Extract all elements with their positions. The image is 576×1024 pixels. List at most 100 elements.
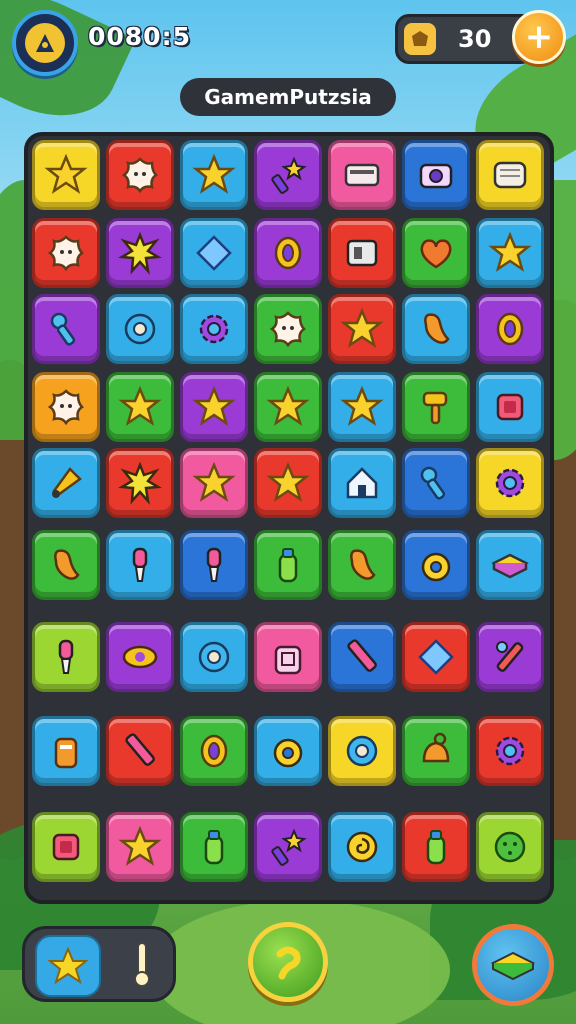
bell-icon <box>422 732 450 763</box>
star-powerup-button[interactable] <box>35 935 101 997</box>
board-tile[interactable] <box>254 812 322 882</box>
board-tile[interactable] <box>476 218 544 288</box>
board-tile[interactable] <box>328 530 396 600</box>
board-tile[interactable] <box>180 812 248 882</box>
bean-icon <box>54 549 80 580</box>
board-tile[interactable] <box>476 716 544 786</box>
board-tile[interactable] <box>180 530 248 600</box>
plus-icon: + <box>524 17 554 57</box>
board-tile[interactable] <box>254 716 322 786</box>
book-icon <box>490 951 536 981</box>
ring-icon <box>200 734 228 768</box>
hint-button[interactable] <box>248 922 328 1002</box>
ring-icon <box>274 236 302 270</box>
burst-icon <box>118 231 162 275</box>
board-tile[interactable] <box>328 372 396 442</box>
board-tile[interactable] <box>476 530 544 600</box>
board-tile[interactable] <box>476 372 544 442</box>
blob-icon <box>494 831 526 863</box>
board-tile[interactable] <box>32 218 100 288</box>
board-tile[interactable] <box>106 218 174 288</box>
board-tile[interactable] <box>476 622 544 692</box>
bubble-icon <box>124 313 156 345</box>
player-avatar[interactable] <box>12 10 78 76</box>
board-tile[interactable] <box>106 812 174 882</box>
board-tile[interactable] <box>476 812 544 882</box>
top-hud: 0080:5 30 + <box>0 0 576 80</box>
thermometer-powerup-button[interactable] <box>115 937 169 991</box>
board-tile[interactable] <box>476 140 544 210</box>
board-tile[interactable] <box>328 622 396 692</box>
book-button[interactable] <box>472 924 554 1006</box>
board-tile[interactable] <box>328 812 396 882</box>
board-tile[interactable] <box>180 140 248 210</box>
board-tile[interactable] <box>180 448 248 518</box>
board-tile[interactable] <box>32 812 100 882</box>
game-title: GamemPutzsia <box>180 78 396 116</box>
scroll-icon <box>493 161 527 189</box>
board-tile[interactable] <box>328 218 396 288</box>
board-tile[interactable] <box>32 530 100 600</box>
board-tile[interactable] <box>180 716 248 786</box>
board-tile[interactable] <box>328 140 396 210</box>
timer-readout: 0080:5 <box>88 22 191 51</box>
thermometer-icon <box>134 942 150 987</box>
board-tile[interactable] <box>254 294 322 364</box>
board-tile[interactable] <box>32 622 100 692</box>
board-tile[interactable] <box>32 372 100 442</box>
board-tile[interactable] <box>32 140 100 210</box>
board-tile[interactable] <box>328 716 396 786</box>
cone-icon <box>52 467 82 498</box>
board-tile[interactable] <box>254 622 322 692</box>
key-icon <box>50 312 76 346</box>
board-tile[interactable] <box>254 530 322 600</box>
pencil-icon <box>125 733 155 766</box>
board-tile[interactable] <box>106 372 174 442</box>
board-tile[interactable] <box>254 372 322 442</box>
heart-icon <box>420 239 452 269</box>
board-tile[interactable] <box>180 372 248 442</box>
eye-icon <box>122 645 158 669</box>
board-tile[interactable] <box>180 622 248 692</box>
add-coins-button[interactable]: + <box>512 10 566 64</box>
star-icon <box>488 231 532 272</box>
board-tile[interactable] <box>402 140 470 210</box>
camera-icon <box>419 163 453 189</box>
flower-icon <box>121 157 158 194</box>
board-tile[interactable] <box>32 294 100 364</box>
wand-icon <box>271 828 307 866</box>
board-tile[interactable] <box>106 530 174 600</box>
board-tile[interactable] <box>402 622 470 692</box>
board-tile[interactable] <box>106 140 174 210</box>
board-tile[interactable] <box>402 530 470 600</box>
board-tile[interactable] <box>476 448 544 518</box>
board-tile[interactable] <box>254 448 322 518</box>
board-tile[interactable] <box>402 812 470 882</box>
board-tile[interactable] <box>180 294 248 364</box>
board-tile[interactable] <box>106 448 174 518</box>
board-tile[interactable] <box>106 716 174 786</box>
donut-icon <box>273 738 303 768</box>
wand-icon <box>271 156 307 194</box>
brush-icon <box>58 639 74 674</box>
board-tile[interactable] <box>328 448 396 518</box>
diamond-icon <box>418 639 454 675</box>
board-tile[interactable] <box>106 294 174 364</box>
board-tile[interactable] <box>476 294 544 364</box>
board-tile[interactable] <box>106 622 174 692</box>
board-tile[interactable] <box>254 140 322 210</box>
brush-icon <box>206 547 222 582</box>
board-tile[interactable] <box>402 294 470 364</box>
board-tile[interactable] <box>254 218 322 288</box>
board-tile[interactable] <box>32 448 100 518</box>
board-tile[interactable] <box>402 218 470 288</box>
hammer-icon <box>422 391 448 425</box>
ring-icon <box>496 312 524 346</box>
board-tile[interactable] <box>328 294 396 364</box>
board-tile[interactable] <box>32 716 100 786</box>
board-tile[interactable] <box>180 218 248 288</box>
board-tile[interactable] <box>402 716 470 786</box>
board-tile[interactable] <box>402 448 470 518</box>
wrench-icon <box>496 641 524 672</box>
board-tile[interactable] <box>402 372 470 442</box>
